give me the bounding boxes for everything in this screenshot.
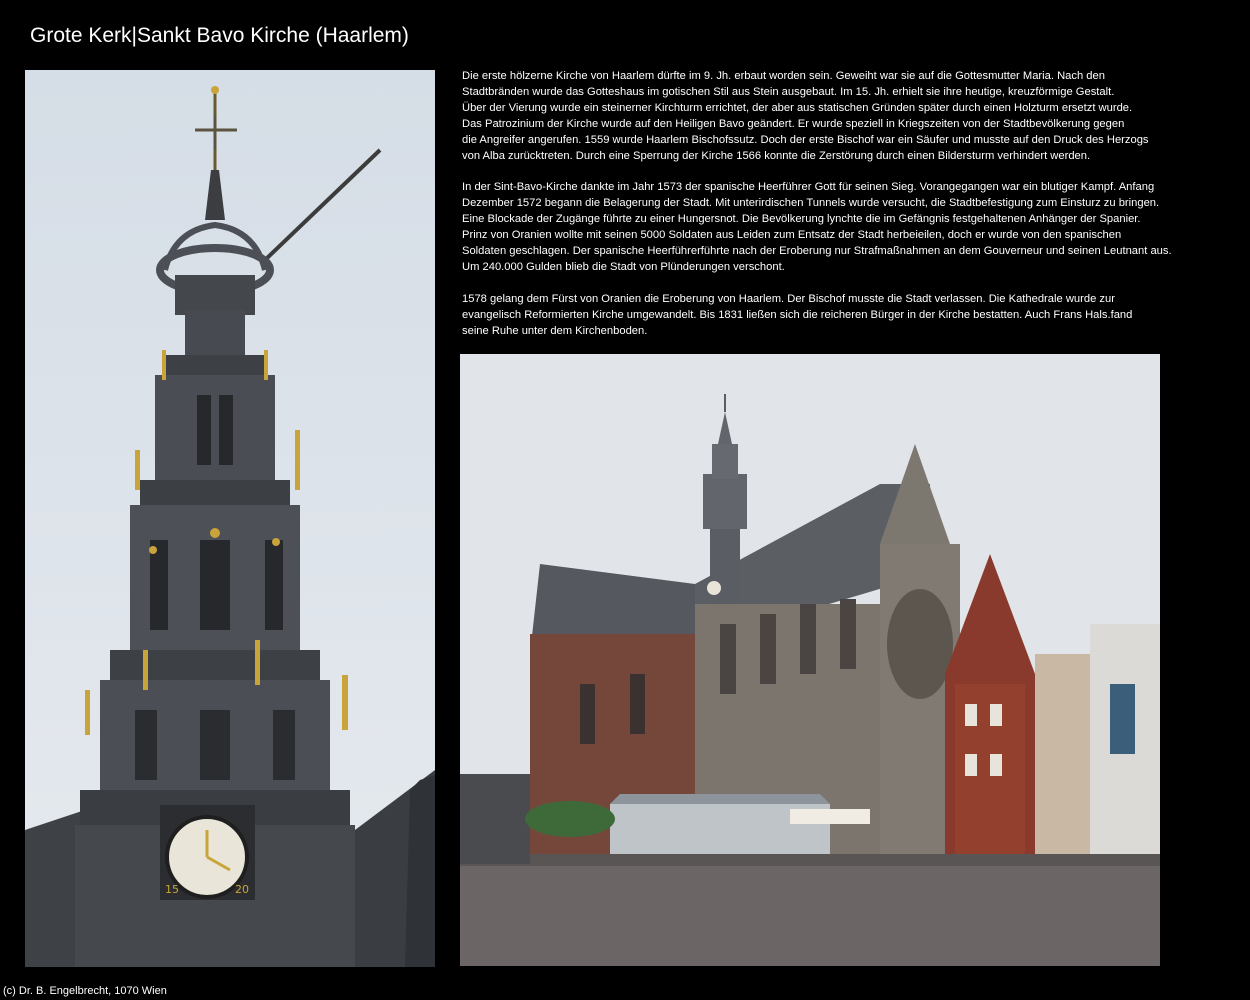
paragraph-reformation: 1578 gelang dem Fürst von Oranien die Er… [462, 292, 1133, 337]
tower-photo: 15 20 [25, 70, 435, 967]
tower-illustration: 15 20 [25, 70, 435, 967]
church-illustration [460, 354, 1160, 966]
clock-numeral-left: 15 [165, 883, 179, 896]
paragraph-history: Die erste hölzerne Kirche von Haarlem dü… [462, 70, 1149, 162]
copyright-footer: (c) Dr. B. Engelbrecht, 1070 Wien [3, 985, 167, 997]
clock-numeral-right: 20 [235, 883, 249, 896]
church-photo [460, 354, 1160, 966]
page-title: Grote Kerk|Sankt Bavo Kirche (Haarlem) [30, 24, 409, 47]
article-text: Die erste hölzerne Kirche von Haarlem dü… [462, 69, 1242, 356]
paragraph-siege: In der Sint-Bavo-Kirche dankte im Jahr 1… [462, 181, 1172, 273]
